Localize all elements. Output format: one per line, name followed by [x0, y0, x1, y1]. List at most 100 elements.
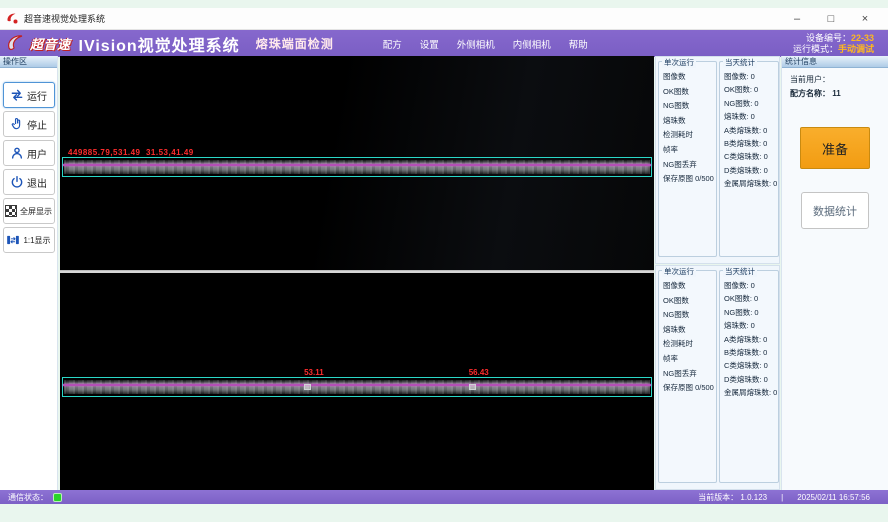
point-measurement-label: 53.11 — [304, 368, 324, 377]
datetime: 2025/02/11 16:57:56 — [797, 493, 870, 502]
stat-row: OK图数: 0 — [724, 292, 778, 305]
menu-item[interactable]: 设置 — [411, 34, 448, 54]
stat-row: 金属屑熔珠数: 0 — [724, 177, 778, 190]
device-number-value: 22-33 — [851, 33, 874, 43]
stat-row: C类熔珠数: 0 — [724, 359, 778, 372]
operation-sidebar: 操作区 运行 停止 用户 — [0, 56, 58, 490]
menu-bar: 配方设置外侧相机内侧相机帮助 — [374, 34, 597, 54]
window-title: 超音速视觉处理系统 — [24, 12, 105, 25]
stat-row: NG图数 — [663, 308, 716, 323]
camera-viewports: 449885.79,531.49 31.53,41.49 53.11 56.43 — [60, 56, 654, 490]
stat-row: OK图数 — [663, 294, 716, 309]
sidebar-title: 操作区 — [0, 56, 57, 68]
run-button-label: 运行 — [27, 88, 47, 103]
measurement-annotation: 449885.79,531.49 31.53,41.49 — [68, 148, 194, 157]
menu-item[interactable]: 外侧相机 — [448, 34, 504, 54]
point-marker-box — [469, 384, 476, 390]
stop-button-label: 停止 — [27, 117, 47, 132]
data-statistics-button[interactable]: 数据统计 — [801, 192, 869, 229]
stat-row: B类熔珠数: 0 — [724, 346, 778, 359]
inner-camera-viewport[interactable]: 53.11 56.43 — [60, 273, 654, 490]
power-icon — [10, 175, 24, 189]
run-mode-label: 运行模式： — [793, 44, 838, 54]
user-icon — [10, 146, 24, 160]
minimize-button[interactable]: – — [780, 9, 814, 29]
recipe-name-label: 配方名称： — [790, 89, 830, 98]
fullscreen-button[interactable]: 全屏显示 — [3, 198, 55, 224]
outer-camera-stats-panel: 单次运行 图像数OK图数NG图数熔珠数检测耗时帧率NG图丢弃保存原图 0/500… — [655, 56, 780, 264]
app-header: 超音速 IVision视觉处理系统 熔珠端面检测 配方设置外侧相机内侧相机帮助 … — [0, 30, 888, 57]
user-button[interactable]: 用户 — [3, 140, 55, 166]
single-run-title: 单次运行 — [662, 266, 696, 277]
outer-camera-viewport[interactable]: 449885.79,531.49 31.53,41.49 — [60, 56, 654, 270]
stat-row: 保存原图 0/500 — [663, 381, 716, 396]
stat-row: 保存原图 0/500 — [663, 172, 716, 187]
stat-row: NG图数: 0 — [724, 97, 778, 110]
stat-row: NG图数: 0 — [724, 306, 778, 319]
laser-line — [63, 384, 651, 386]
menu-item[interactable]: 帮助 — [560, 34, 597, 54]
stat-row: D类熔珠数: 0 — [724, 164, 778, 177]
info-panel-title: 统计信息 — [782, 56, 888, 68]
stat-row: 熔珠数: 0 — [724, 110, 778, 123]
prepare-button[interactable]: 准备 — [800, 127, 870, 169]
stat-row: 熔珠数: 0 — [724, 319, 778, 332]
stat-row: 图像数 — [663, 70, 716, 85]
window-titlebar: 超音速视觉处理系统 – □ × — [0, 8, 888, 30]
run-mode-value: 手动调试 — [838, 44, 874, 54]
stat-row: 熔珠数 — [663, 114, 716, 129]
comm-status-label: 通信状态： — [8, 492, 48, 503]
brand-name: 超音速 — [30, 34, 71, 53]
stat-row: A类熔珠数: 0 — [724, 124, 778, 137]
exit-button-label: 退出 — [27, 175, 47, 190]
status-bar: 通信状态： 当前版本： 1.0.123 | 2025/02/11 16:57:5… — [0, 490, 888, 504]
status-separator: | — [781, 493, 783, 502]
brand-swoosh-icon — [6, 34, 28, 54]
comm-status-indicator — [53, 493, 62, 502]
stop-button[interactable]: 停止 — [3, 111, 55, 137]
recipe-name-value: 11 — [832, 89, 840, 98]
weld-bead-image — [64, 160, 650, 174]
stat-row: OK图数: 0 — [724, 83, 778, 96]
single-run-groupbox: 单次运行 图像数OK图数NG图数熔珠数检测耗时帧率NG图丢弃保存原图 0/500 — [658, 61, 717, 257]
stat-row: NG图丢弃 — [663, 158, 716, 173]
app-title: IVision视觉处理系统 — [79, 32, 240, 56]
run-button[interactable]: 运行 — [3, 82, 55, 108]
menu-item[interactable]: 内侧相机 — [504, 34, 560, 54]
statistics-column: 单次运行 图像数OK图数NG图数熔珠数检测耗时帧率NG图丢弃保存原图 0/500… — [655, 56, 780, 490]
version-label: 当前版本： — [698, 493, 738, 502]
user-button-label: 用户 — [27, 146, 47, 161]
laser-line — [63, 164, 651, 166]
close-button[interactable]: × — [848, 9, 882, 29]
one-to-one-icon — [6, 233, 20, 247]
inner-camera-stats-panel: 单次运行 图像数OK图数NG图数熔珠数检测耗时帧率NG图丢弃保存原图 0/500… — [655, 265, 780, 490]
stat-row: NG图丢弃 — [663, 367, 716, 382]
single-run-groupbox: 单次运行 图像数OK图数NG图数熔珠数检测耗时帧率NG图丢弃保存原图 0/500 — [658, 270, 717, 483]
roi-rectangle: 53.11 56.43 — [62, 377, 652, 397]
stat-row: OK图数 — [663, 85, 716, 100]
weld-bead-image — [64, 380, 650, 394]
daily-stats-title: 当天统计 — [723, 57, 757, 68]
stat-row: 图像数: 0 — [724, 279, 778, 292]
brand-logo: 超音速 — [6, 34, 71, 54]
fullscreen-button-label: 全屏显示 — [20, 206, 52, 217]
one-to-one-button[interactable]: 1:1显示 — [3, 227, 55, 253]
daily-stats-groupbox: 当天统计 图像数: 0OK图数: 0NG图数: 0熔珠数: 0A类熔珠数: 0B… — [719, 61, 779, 257]
app-logo-icon — [6, 12, 19, 25]
version-value: 1.0.123 — [740, 493, 767, 502]
stat-row: B类熔珠数: 0 — [724, 137, 778, 150]
point-measurement-label: 56.43 — [469, 368, 489, 377]
roi-rectangle: 449885.79,531.49 31.53,41.49 — [62, 157, 652, 177]
stat-row: 图像数 — [663, 279, 716, 294]
stat-row: A类熔珠数: 0 — [724, 333, 778, 346]
stat-row: 检测耗时 — [663, 128, 716, 143]
menu-item[interactable]: 配方 — [374, 34, 411, 54]
stat-row: 熔珠数 — [663, 323, 716, 338]
daily-stats-title: 当天统计 — [723, 266, 757, 277]
exit-button[interactable]: 退出 — [3, 169, 55, 195]
restore-button[interactable]: □ — [814, 9, 848, 29]
stat-row: D类熔珠数: 0 — [724, 373, 778, 386]
statistics-info-panel: 统计信息 当前用户： 配方名称： 11 准备 数据统计 — [781, 56, 888, 490]
one-to-one-button-label: 1:1显示 — [23, 235, 50, 246]
stat-row: 图像数: 0 — [724, 70, 778, 83]
